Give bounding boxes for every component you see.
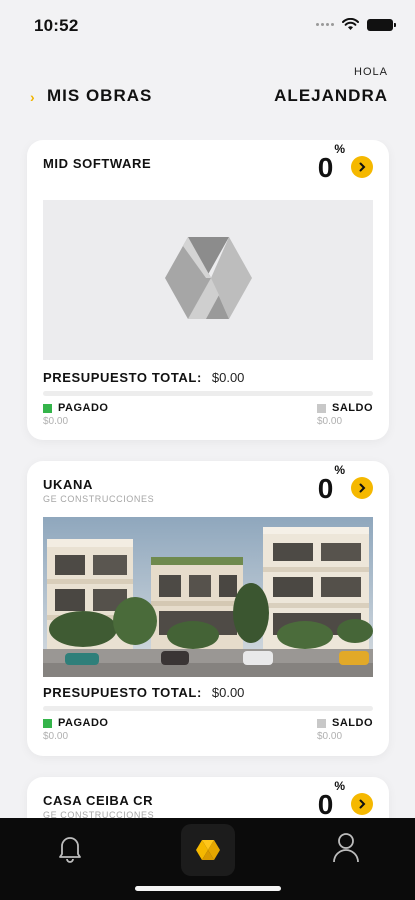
paid-swatch	[43, 403, 52, 413]
open-project-button[interactable]	[351, 793, 373, 815]
payment-progress-bar	[43, 706, 373, 711]
tab-bar	[0, 818, 415, 900]
project-name: UKANA	[43, 477, 93, 492]
balance-value: $0.00	[317, 416, 343, 427]
chevron-right-icon	[359, 799, 366, 809]
paid-value: $0.00	[43, 416, 69, 427]
balance-swatch	[317, 403, 326, 413]
project-card[interactable]: CASA CEIBA CR GE CONSTRUCCIONES 0%	[27, 777, 389, 818]
paid-label: PAGADO	[43, 402, 108, 414]
company-logo-icon	[165, 237, 252, 319]
chevron-right-icon	[359, 162, 366, 172]
project-card[interactable]: UKANA GE CONSTRUCCIONES 0% PRESUPUESTO T…	[27, 461, 389, 756]
profile-icon	[333, 833, 359, 863]
home-logo-icon	[196, 840, 220, 860]
open-project-button[interactable]	[351, 477, 373, 499]
project-photo	[43, 517, 373, 677]
battery-icon	[367, 18, 396, 31]
balance-label: SALDO	[317, 402, 373, 414]
home-indicator	[135, 886, 281, 891]
paid-swatch	[43, 718, 52, 728]
balance-label: SALDO	[317, 717, 373, 729]
cellular-signal-icon	[316, 23, 334, 26]
open-project-button[interactable]	[351, 156, 373, 178]
budget-label: PRESUPUESTO TOTAL:	[43, 685, 202, 700]
status-icons	[316, 18, 396, 31]
paid-value: $0.00	[43, 731, 69, 742]
project-company: GE CONSTRUCCIONES	[43, 810, 155, 818]
project-name: CASA CEIBA CR	[43, 793, 154, 808]
status-time: 10:52	[34, 16, 79, 35]
project-percent: 0%	[317, 778, 345, 818]
tab-home[interactable]	[181, 824, 235, 876]
paid-label: PAGADO	[43, 717, 108, 729]
header: › MIS OBRAS HOLA ALEJANDRA	[0, 62, 415, 112]
project-name: MID SOFTWARE	[43, 156, 152, 171]
bell-icon	[59, 837, 81, 863]
page-title[interactable]: MIS OBRAS	[47, 86, 152, 106]
balance-swatch	[317, 718, 326, 728]
project-percent: 0%	[317, 462, 345, 504]
payment-progress-bar	[43, 391, 373, 396]
project-image-placeholder	[43, 200, 373, 360]
building-photo-image	[43, 517, 373, 677]
tab-notifications[interactable]	[54, 832, 86, 869]
budget-row: PRESUPUESTO TOTAL: $0.00	[43, 685, 244, 700]
balance-value: $0.00	[317, 731, 343, 742]
project-percent: 0%	[317, 141, 345, 183]
budget-value: $0.00	[211, 370, 245, 385]
projects-list[interactable]: MID SOFTWARE 0% PRESUPUESTO TOTAL: $0.00…	[0, 140, 415, 818]
chevron-right-icon	[359, 483, 366, 493]
budget-row: PRESUPUESTO TOTAL: $0.00	[43, 370, 244, 385]
budget-value: $0.00	[211, 685, 245, 700]
project-card[interactable]: MID SOFTWARE 0% PRESUPUESTO TOTAL: $0.00…	[27, 140, 389, 440]
status-bar: 10:52	[0, 0, 415, 52]
greeting-label: HOLA	[354, 66, 388, 78]
budget-label: PRESUPUESTO TOTAL:	[43, 370, 202, 385]
project-company: GE CONSTRUCCIONES	[43, 494, 155, 504]
user-name: ALEJANDRA	[274, 86, 388, 105]
wifi-icon	[342, 18, 359, 30]
tab-profile[interactable]	[331, 830, 361, 869]
chevron-right-icon: ›	[30, 89, 35, 105]
